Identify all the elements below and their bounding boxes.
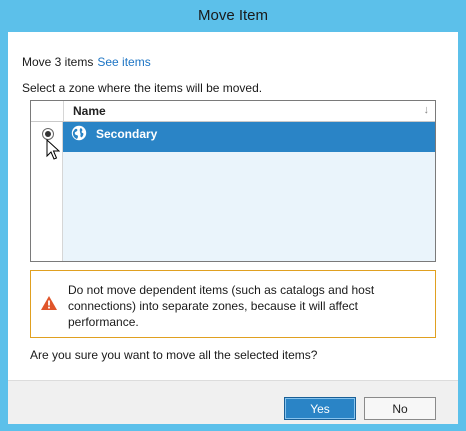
mouse-cursor-icon [46,139,60,160]
globe-icon [71,125,87,141]
no-button[interactable]: No [364,397,436,420]
move-count-text: Move 3 items [22,55,94,69]
zone-instruction: Select a zone where the items will be mo… [22,81,263,95]
warning-text: Do not move dependent items (such as cat… [68,283,375,329]
move-summary: Move 3 items See items [22,55,151,69]
move-item-dialog: Move Item Move 3 items See items Select a… [0,0,466,431]
warning-icon [41,296,57,310]
sort-down-icon[interactable]: ↓ [424,104,430,116]
grid-header: Name ↓ [31,101,435,122]
name-column-header[interactable]: Name [73,104,106,118]
confirm-question: Are you sure you want to move all the se… [30,348,318,362]
zone-name: Secondary [96,127,158,141]
zone-grid: Name ↓ Secondary [30,100,436,262]
warning-box: Do not move dependent items (such as cat… [30,270,436,338]
select-column-header [31,101,64,121]
dialog-title: Move Item [197,7,269,24]
see-items-link[interactable]: See items [97,55,150,69]
yes-button[interactable]: Yes [284,397,356,420]
